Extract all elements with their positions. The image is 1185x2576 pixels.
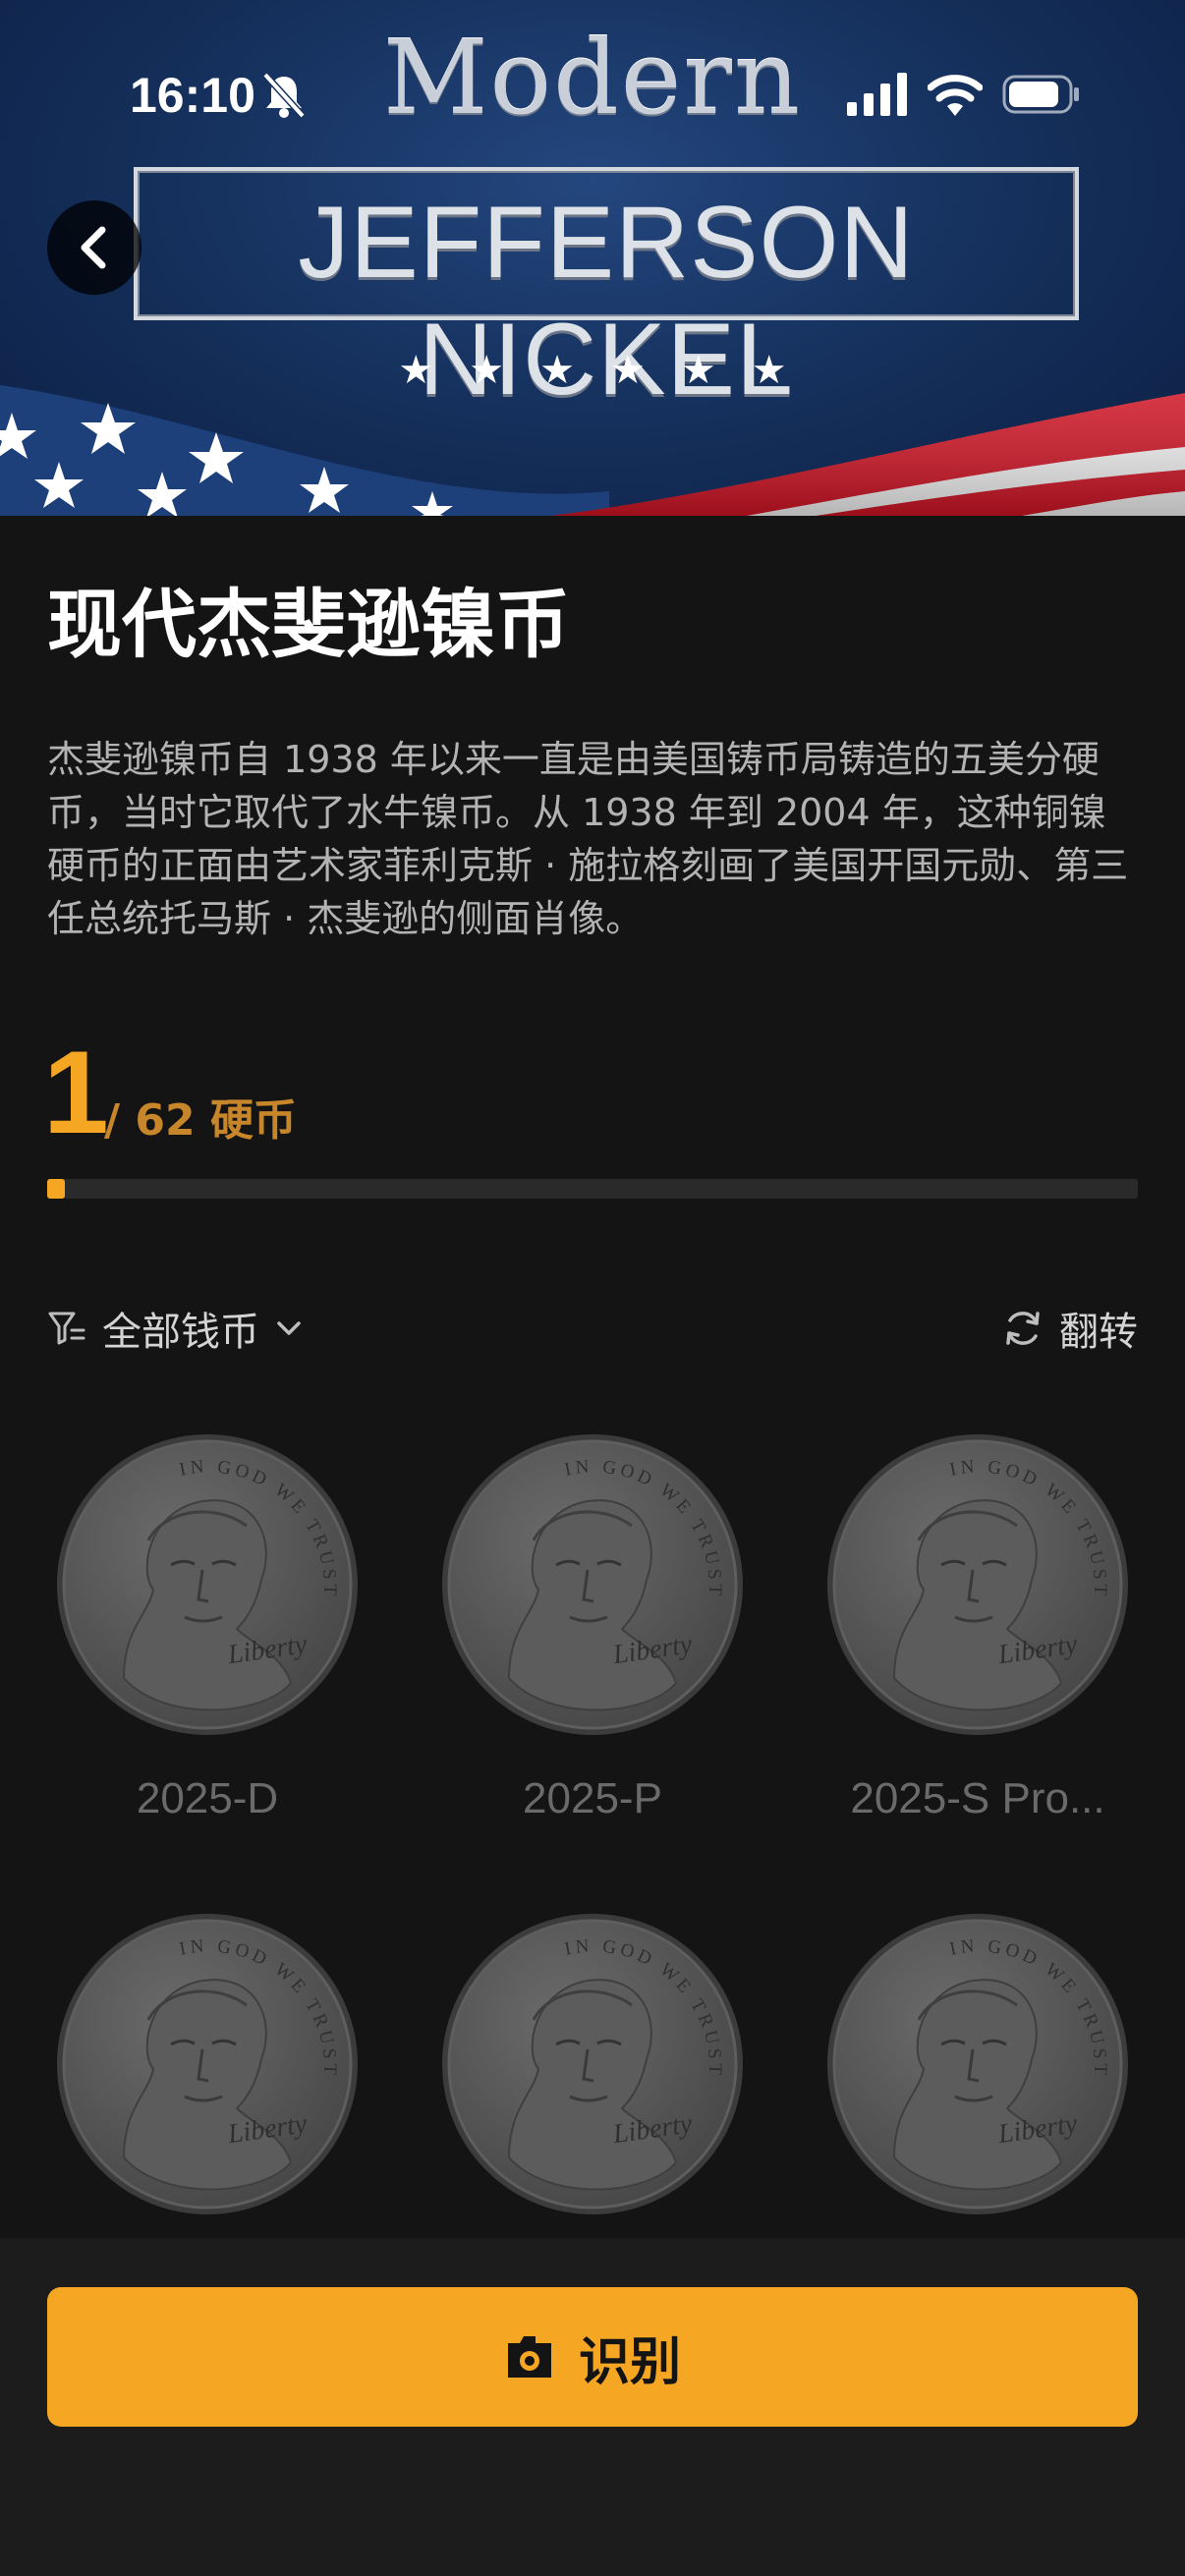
filter-label: 全部钱币 <box>102 1310 259 1355</box>
coin-label: 2025-P <box>523 1774 662 1822</box>
jefferson-nickel-coin-image: IN GOD WE TRUSTLiberty <box>442 1914 743 2214</box>
coin-label: 2025-D <box>136 1774 279 1822</box>
battery-icon <box>1002 75 1079 114</box>
camera-icon <box>507 2336 551 2378</box>
total-count: / 62 硬币 <box>104 1095 297 1146</box>
chevron-down-icon <box>277 1321 301 1335</box>
jefferson-nickel-coin-image: IN GOD WE TRUSTLiberty <box>442 1434 743 1735</box>
flip-button[interactable]: 翻转 <box>1002 1299 1138 1358</box>
flip-label: 翻转 <box>1059 1310 1138 1355</box>
jefferson-nickel-coin-image: IN GOD WE TRUSTLiberty <box>827 1914 1128 2214</box>
coin-card[interactable]: IN GOD WE TRUST Liberty 2025-D <box>45 1432 369 1823</box>
cellular-signal-icon <box>847 73 907 116</box>
refresh-icon <box>1006 1312 1040 1345</box>
series-description: 杰斐逊镍币自 1938 年以来一直是由美国铸币局铸造的五美分硬币，当时它取代了水… <box>47 738 1129 940</box>
collected-count: 1 <box>43 1027 109 1158</box>
coin-card[interactable]: IN GOD WE TRUST Liberty <box>430 1912 755 2216</box>
chevron-left-icon <box>81 226 106 269</box>
coin-label: 2025-S Pro... <box>850 1774 1105 1822</box>
jefferson-nickel-coin-image: IN GOD WE TRUSTLiberty <box>57 1434 358 1735</box>
filter-dropdown[interactable]: 全部钱币 <box>47 1299 305 1358</box>
bell-muted-icon <box>262 72 306 119</box>
jefferson-nickel-coin-image: IN GOD WE TRUSTLiberty <box>57 1914 358 2214</box>
coin-card[interactable]: IN GOD WE TRUST Liberty 2025-S Pro... <box>816 1432 1140 1823</box>
coin-card[interactable]: IN GOD WE TRUST Liberty <box>45 1912 369 2216</box>
identify-label: 识别 <box>578 2332 681 2392</box>
wifi-icon <box>928 75 983 116</box>
filter-icon <box>48 1312 85 1345</box>
coin-card[interactable]: IN GOD WE TRUST Liberty 2025-P <box>430 1432 755 1823</box>
hero-stars: ★★★★★★ <box>398 348 822 393</box>
identify-button[interactable]: 识别 <box>47 2287 1138 2427</box>
back-button[interactable] <box>47 200 141 295</box>
status-time: 16:10 <box>130 68 255 123</box>
coin-card[interactable]: IN GOD WE TRUST Liberty <box>816 1912 1140 2216</box>
page-title: 现代杰斐逊镍币 <box>47 581 570 668</box>
collection-progress-fill <box>47 1179 65 1199</box>
collection-progress-track <box>47 1179 1138 1199</box>
jefferson-nickel-coin-image: IN GOD WE TRUSTLiberty <box>827 1434 1128 1735</box>
